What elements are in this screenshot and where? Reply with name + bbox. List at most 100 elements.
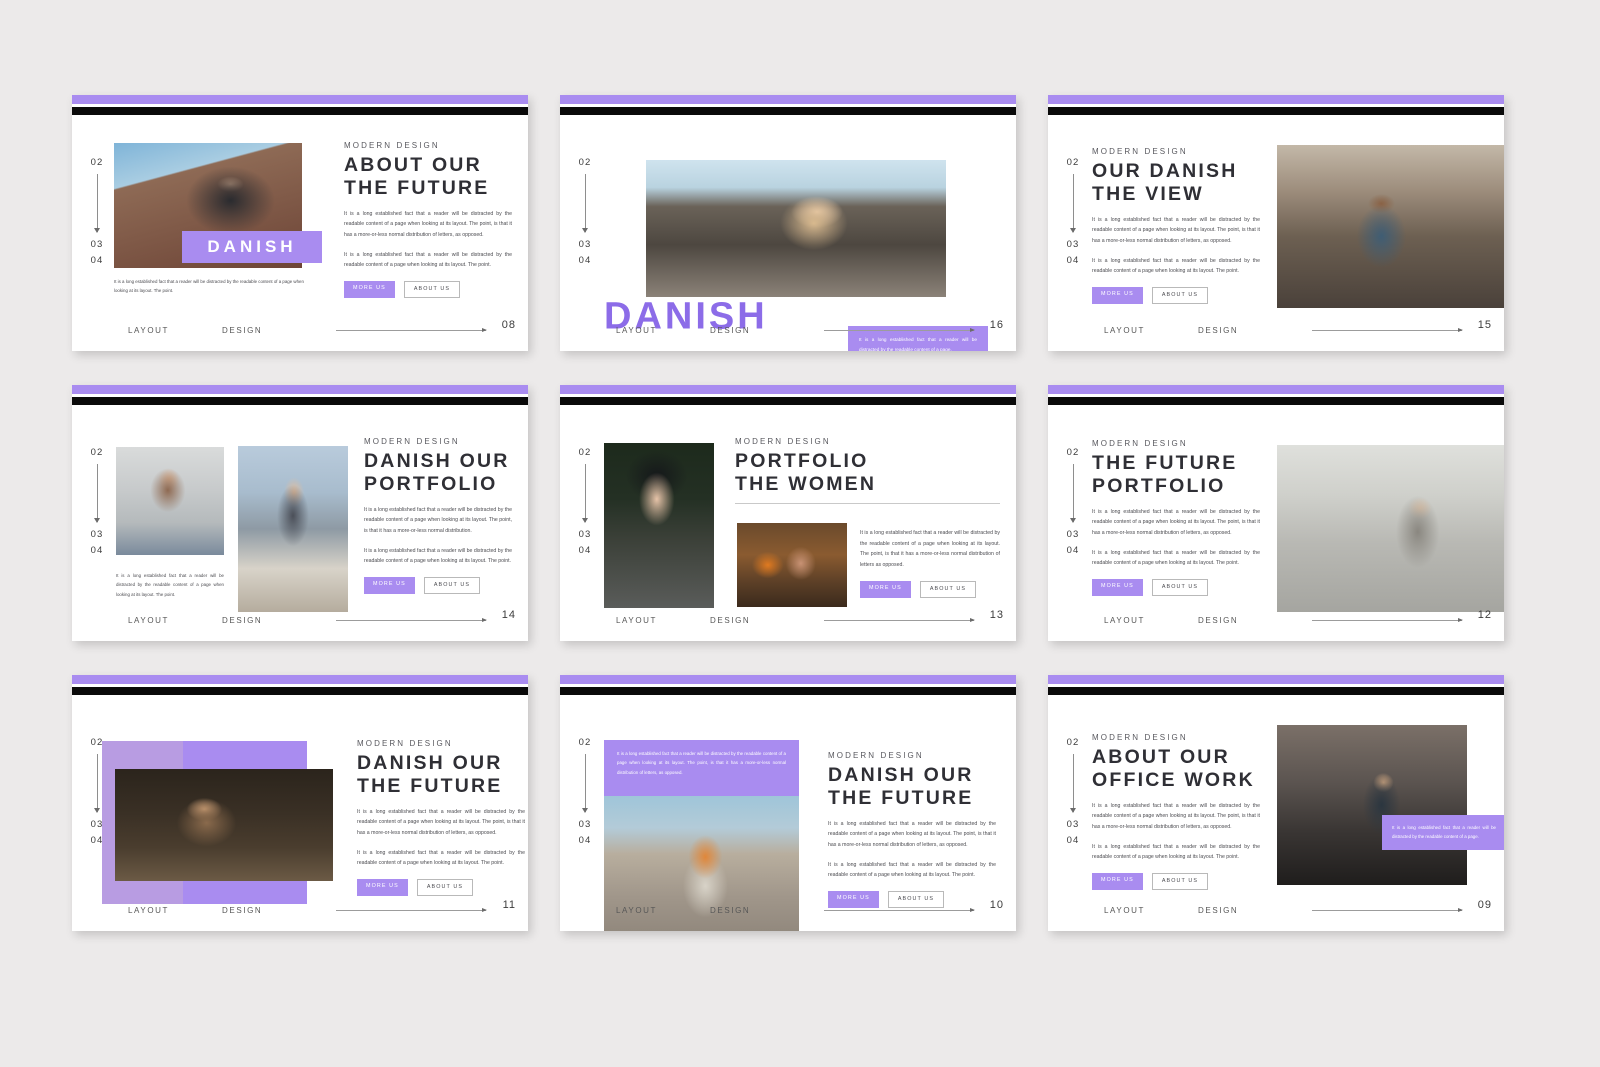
woman-black-hat-photo xyxy=(604,443,714,608)
rail-arrow-icon xyxy=(1070,754,1076,813)
slide-13[interactable]: 02 03 04 MODERN DESIGN PORTFOLIO THE WOM… xyxy=(560,385,1016,641)
footer-layout-label: LAYOUT xyxy=(128,325,170,335)
footer-page-number: 15 xyxy=(1477,319,1492,331)
rail-number-04: 04 xyxy=(578,835,592,846)
body-paragraph-2: It is a long established fact that a rea… xyxy=(364,547,512,565)
slide-caption: It is a long established fact that a rea… xyxy=(116,573,224,597)
title-line-2: OFFICE WORK xyxy=(1092,768,1255,791)
more-us-button[interactable]: MORE US xyxy=(1092,286,1143,304)
cta-button-row: MORE US ABOUT US xyxy=(1092,872,1260,890)
body-paragraph-1: It is a long established fact that a rea… xyxy=(1092,802,1260,830)
eyebrow-label: MODERN DESIGN xyxy=(344,141,440,150)
top-black-bar xyxy=(1048,107,1504,115)
eyebrow-label: MODERN DESIGN xyxy=(364,437,460,446)
top-black-bar xyxy=(1048,397,1504,405)
slide-footer: LAYOUT DESIGN 14 xyxy=(72,609,528,627)
slide-10[interactable]: 02 03 04 It is a long established fact t… xyxy=(560,675,1016,931)
about-us-button[interactable]: ABOUT US xyxy=(416,878,474,896)
more-us-button[interactable]: MORE US xyxy=(357,878,408,896)
about-us-button[interactable]: ABOUT US xyxy=(1151,578,1209,596)
more-us-button[interactable]: MORE US xyxy=(344,280,395,298)
footer-arrow-line-icon xyxy=(336,618,487,622)
top-purple-bar xyxy=(1048,675,1504,684)
footer-design-label: DESIGN xyxy=(1198,615,1239,625)
more-us-button[interactable]: MORE US xyxy=(1092,872,1143,890)
more-us-button[interactable]: MORE US xyxy=(1092,578,1143,596)
slide-rail: 02 03 04 xyxy=(1060,157,1086,266)
slide-14[interactable]: 02 03 04 It is a long established fact t… xyxy=(72,385,528,641)
slide-grid: slide-08 02 03 04 DANISH It is a long es… xyxy=(72,95,1528,931)
about-us-button[interactable]: ABOUT US xyxy=(423,576,481,594)
body-paragraph-1: It is a long established fact that a rea… xyxy=(1092,508,1260,536)
rail-number-03: 03 xyxy=(90,239,104,250)
rail-arrow-icon xyxy=(582,174,588,233)
slide-rail: 02 03 04 xyxy=(1060,737,1086,846)
slide-11[interactable]: 02 03 04 MODERN DESIGN DANISH OUR THE FU… xyxy=(72,675,528,931)
slide-footer: LAYOUT DESIGN 16 xyxy=(560,319,1016,337)
slide-footer: LAYOUT DESIGN 13 xyxy=(560,609,1016,627)
about-us-button[interactable]: ABOUT US xyxy=(1151,872,1209,890)
footer-page-number: 13 xyxy=(989,609,1004,621)
footer-page-number: 16 xyxy=(989,319,1004,331)
footer-arrow-line-icon xyxy=(824,908,975,912)
title-line-2: THE FUTURE xyxy=(344,176,490,199)
slide-16[interactable]: 02 03 04 DANISH It is a long established… xyxy=(560,95,1016,351)
footer-layout-label: LAYOUT xyxy=(616,325,658,335)
body-paragraph-2: It is a long established fact that a rea… xyxy=(357,849,525,867)
slide-title: DANISH OUR PORTFOLIO xyxy=(364,450,512,496)
city-street-man-photo xyxy=(1277,145,1504,308)
cta-button-row: MORE US ABOUT US xyxy=(860,580,1000,598)
purple-callout-box: It is a long established fact that a rea… xyxy=(1382,815,1504,850)
rail-number-02: 02 xyxy=(1066,157,1080,168)
footer-arrow-line-icon xyxy=(824,618,975,622)
rail-number-02: 02 xyxy=(90,447,104,458)
footer-layout-label: LAYOUT xyxy=(1104,905,1146,915)
footer-page-number: 14 xyxy=(501,609,516,621)
footer-arrow-line-icon xyxy=(1312,908,1463,912)
rail-number-02: 02 xyxy=(578,447,592,458)
body-paragraph-1: It is a long established fact that a rea… xyxy=(1092,216,1260,244)
rail-arrow-icon xyxy=(94,754,100,813)
rail-arrow-icon xyxy=(582,754,588,813)
slide-12[interactable]: 02 03 04 MODERN DESIGN THE FUTURE PORTFO… xyxy=(1048,385,1504,641)
body-paragraph-1: It is a long established fact that a rea… xyxy=(357,808,525,836)
footer-design-label: DESIGN xyxy=(710,615,751,625)
top-purple-bar xyxy=(72,385,528,394)
top-purple-bar xyxy=(1048,95,1504,104)
rail-number-04: 04 xyxy=(90,545,104,556)
purple-callout-box: It is a long established fact that a rea… xyxy=(604,740,799,796)
footer-layout-label: LAYOUT xyxy=(128,905,170,915)
title-line-1: ABOUT OUR xyxy=(1092,746,1230,768)
footer-arrow-line-icon xyxy=(336,328,487,332)
more-us-button[interactable]: MORE US xyxy=(364,576,415,594)
slide-15[interactable]: 02 03 04 MODERN DESIGN OUR DANISH THE VI… xyxy=(1048,95,1504,351)
rail-number-04: 04 xyxy=(1066,545,1080,556)
slide-rail: 02 03 04 xyxy=(84,447,110,556)
woman-building-photo xyxy=(116,447,224,555)
title-line-1: DANISH OUR xyxy=(357,752,503,774)
rail-arrow-icon xyxy=(582,464,588,523)
rail-number-02: 02 xyxy=(578,157,592,168)
slide-08[interactable]: slide-08 02 03 04 DANISH It is a long es… xyxy=(72,95,528,351)
slide-rail: 02 03 04 xyxy=(1060,447,1086,556)
footer-design-label: DESIGN xyxy=(1198,905,1239,915)
body-paragraph-1: It is a long established fact that a rea… xyxy=(860,530,1000,568)
about-us-button[interactable]: ABOUT US xyxy=(403,280,461,298)
about-us-button[interactable]: ABOUT US xyxy=(1151,286,1209,304)
footer-arrow-line-icon xyxy=(824,328,975,332)
eyebrow-label: MODERN DESIGN xyxy=(1092,439,1188,448)
slide-deck-board: slide-08 02 03 04 DANISH It is a long es… xyxy=(0,0,1600,1067)
rail-number-04: 04 xyxy=(578,545,592,556)
rail-number-02: 02 xyxy=(1066,737,1080,748)
slide-title: DANISH OUR THE FUTURE xyxy=(357,752,525,798)
rail-arrow-icon xyxy=(94,174,100,233)
eyebrow-label: MODERN DESIGN xyxy=(1092,147,1188,156)
top-black-bar xyxy=(560,107,1016,115)
slide-title: PORTFOLIO THE WOMEN xyxy=(735,450,1000,496)
about-us-button[interactable]: ABOUT US xyxy=(919,580,977,598)
slide-09[interactable]: 02 03 04 MODERN DESIGN ABOUT OUR OFFICE … xyxy=(1048,675,1504,931)
more-us-button[interactable]: MORE US xyxy=(860,580,911,598)
top-purple-bar xyxy=(560,95,1016,104)
rail-number-04: 04 xyxy=(1066,255,1080,266)
body-paragraph-1: It is a long established fact that a rea… xyxy=(364,506,512,534)
